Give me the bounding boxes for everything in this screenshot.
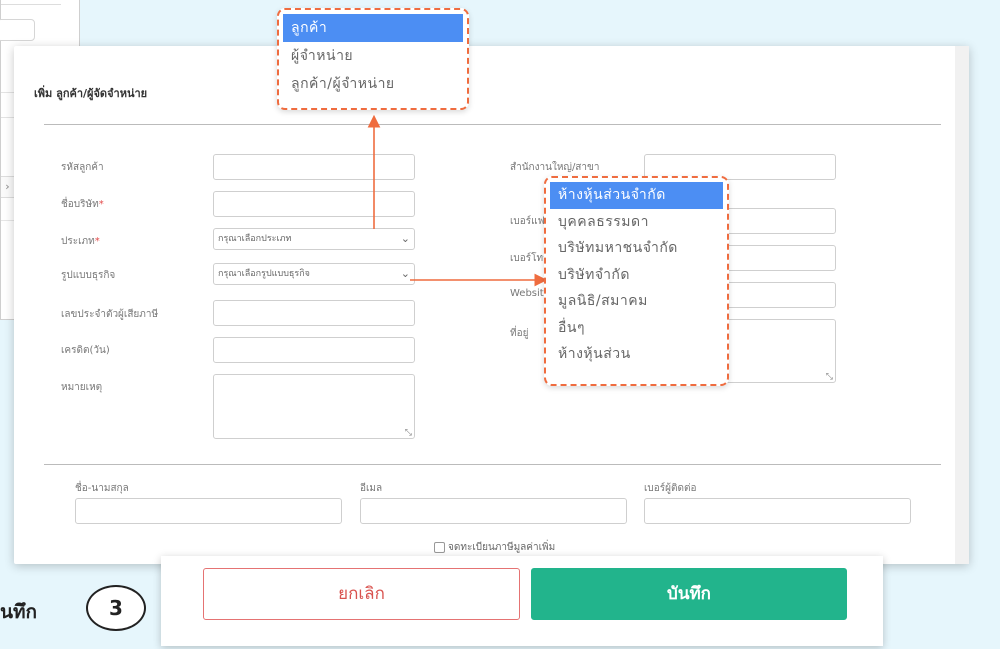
contact-name-input[interactable] xyxy=(75,498,342,524)
contact-email-label: อีเมล xyxy=(360,483,383,494)
type-option[interactable]: ลูกค้า/ผู้จำหน่าย xyxy=(283,70,463,98)
type-label: ประเภท* xyxy=(61,236,100,247)
company-name-input[interactable] xyxy=(213,191,415,217)
add-customer-form-card: เพิ่ม ลูกค้า/ผู้จัดจำหน่าย รหัสลูกค้า ชื… xyxy=(14,46,969,564)
website-label: Websit xyxy=(510,288,544,299)
tax-id-label: เลขประจำตัวผู้เสียภาษี xyxy=(61,309,159,320)
chevron-down-icon: ⌄ xyxy=(400,232,410,245)
contact-phone-input[interactable] xyxy=(644,498,911,524)
address-label: ที่อยู่ xyxy=(510,328,529,339)
credit-days-label: เครดิต(วัน) xyxy=(61,345,110,356)
vat-checkbox-row[interactable]: จดทะเบียนภาษีมูลค่าเพิ่ม xyxy=(434,540,555,555)
type-select[interactable]: กรุณาเลือกประเภท ⌄ xyxy=(213,228,415,250)
contact-name-label: ชื่อ-นามสกุล xyxy=(75,483,129,494)
note-label: หมายเหตุ xyxy=(61,382,103,393)
chevron-right-icon: › xyxy=(1,176,15,198)
divider xyxy=(44,464,941,465)
type-option[interactable]: ผู้จำหน่าย xyxy=(283,42,463,70)
save-button[interactable]: บันทึก xyxy=(531,568,847,620)
type-option[interactable]: ลูกค้า xyxy=(283,14,463,42)
business-type-select[interactable]: กรุณาเลือกรูปแบบธุรกิจ ⌄ xyxy=(213,263,415,285)
divider xyxy=(1,4,61,5)
customer-code-input[interactable] xyxy=(213,154,415,180)
business-type-option[interactable]: อื่นๆ xyxy=(550,315,723,342)
customer-code-label: รหัสลูกค้า xyxy=(61,162,104,173)
business-type-option[interactable]: ห้างหุ้นส่วนจำกัด xyxy=(550,182,723,209)
business-type-option[interactable]: บริษัทมหาชนจำกัด xyxy=(550,235,723,262)
vat-checkbox[interactable] xyxy=(434,542,445,553)
phone-label: เบอร์โทร xyxy=(510,253,549,264)
cancel-button[interactable]: ยกเลิก xyxy=(203,568,520,620)
type-dropdown-menu: ลูกค้า ผู้จำหน่าย ลูกค้า/ผู้จำหน่าย xyxy=(277,8,469,110)
contact-email-input[interactable] xyxy=(360,498,627,524)
resize-grip-icon[interactable]: ⤡ xyxy=(405,428,412,438)
resize-grip-icon[interactable]: ⤡ xyxy=(826,372,833,382)
business-type-dropdown-menu: ห้างหุ้นส่วนจำกัด บุคคลธรรมดา บริษัทมหาช… xyxy=(544,176,729,386)
chevron-down-icon: ⌄ xyxy=(400,267,410,280)
business-type-option[interactable]: บุคคลธรรมดา xyxy=(550,209,723,236)
action-bar: ยกเลิก บันทึก xyxy=(161,556,883,646)
vat-checkbox-label: จดทะเบียนภาษีมูลค่าเพิ่ม xyxy=(448,542,556,553)
business-type-label: รูปแบบธุรกิจ xyxy=(61,270,116,281)
branch-label: สำนักงานใหญ่/สาขา xyxy=(510,162,600,173)
type-select-value: กรุณาเลือกประเภท xyxy=(218,234,292,244)
form-title: เพิ่ม ลูกค้า/ผู้จัดจำหน่าย xyxy=(34,87,148,100)
divider xyxy=(44,124,941,125)
credit-days-input[interactable] xyxy=(213,337,415,363)
tax-id-input[interactable] xyxy=(213,300,415,326)
step-number-badge: 3 xyxy=(86,585,146,631)
background-input xyxy=(0,19,35,41)
business-type-option[interactable]: มูลนิธิ/สมาคม xyxy=(550,288,723,315)
note-textarea[interactable]: ⤡ xyxy=(213,374,415,439)
step-caption: นทึก xyxy=(0,601,38,623)
company-name-label: ชื่อบริษัท* xyxy=(61,199,104,210)
scrollbar-track[interactable] xyxy=(955,46,969,564)
contact-phone-label: เบอร์ผู้ติดต่อ xyxy=(644,483,697,494)
business-type-option[interactable]: บริษัทจำกัด xyxy=(550,262,723,289)
fax-label: เบอร์แฟ xyxy=(510,216,545,227)
business-type-select-value: กรุณาเลือกรูปแบบธุรกิจ xyxy=(218,269,310,279)
business-type-option[interactable]: ห้างหุ้นส่วน xyxy=(550,341,723,368)
